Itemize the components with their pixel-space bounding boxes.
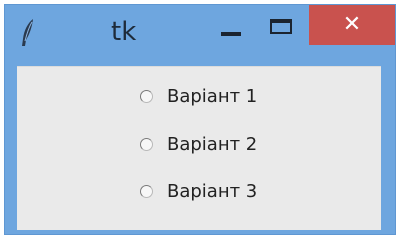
close-icon: ✕ (342, 12, 362, 37)
radio-label: Варіант 2 (167, 133, 258, 155)
radio-option-2[interactable]: Варіант 2 (140, 129, 257, 159)
radio-label: Варіант 3 (167, 180, 258, 202)
minimize-icon (221, 32, 241, 36)
maximize-icon (270, 19, 292, 34)
close-button[interactable]: ✕ (309, 5, 395, 45)
radio-label: Варіант 1 (167, 85, 258, 107)
radio-button-icon[interactable] (140, 89, 153, 103)
window-title: tk (111, 17, 137, 47)
maximize-button[interactable] (260, 5, 306, 47)
radio-option-1[interactable]: Варіант 1 (140, 81, 257, 111)
feather-icon (19, 17, 37, 49)
radio-option-3[interactable]: Варіант 3 (140, 176, 257, 206)
radio-button-icon[interactable] (140, 184, 153, 198)
app-window: tk ✕ Варіант 1 Варіант 2 Варіант 3 (4, 4, 396, 235)
title-bar[interactable]: tk ✕ (5, 5, 395, 66)
radio-button-icon[interactable] (140, 137, 153, 151)
minimize-button[interactable] (208, 5, 254, 47)
client-area: Варіант 1 Варіант 2 Варіант 3 (17, 66, 381, 230)
